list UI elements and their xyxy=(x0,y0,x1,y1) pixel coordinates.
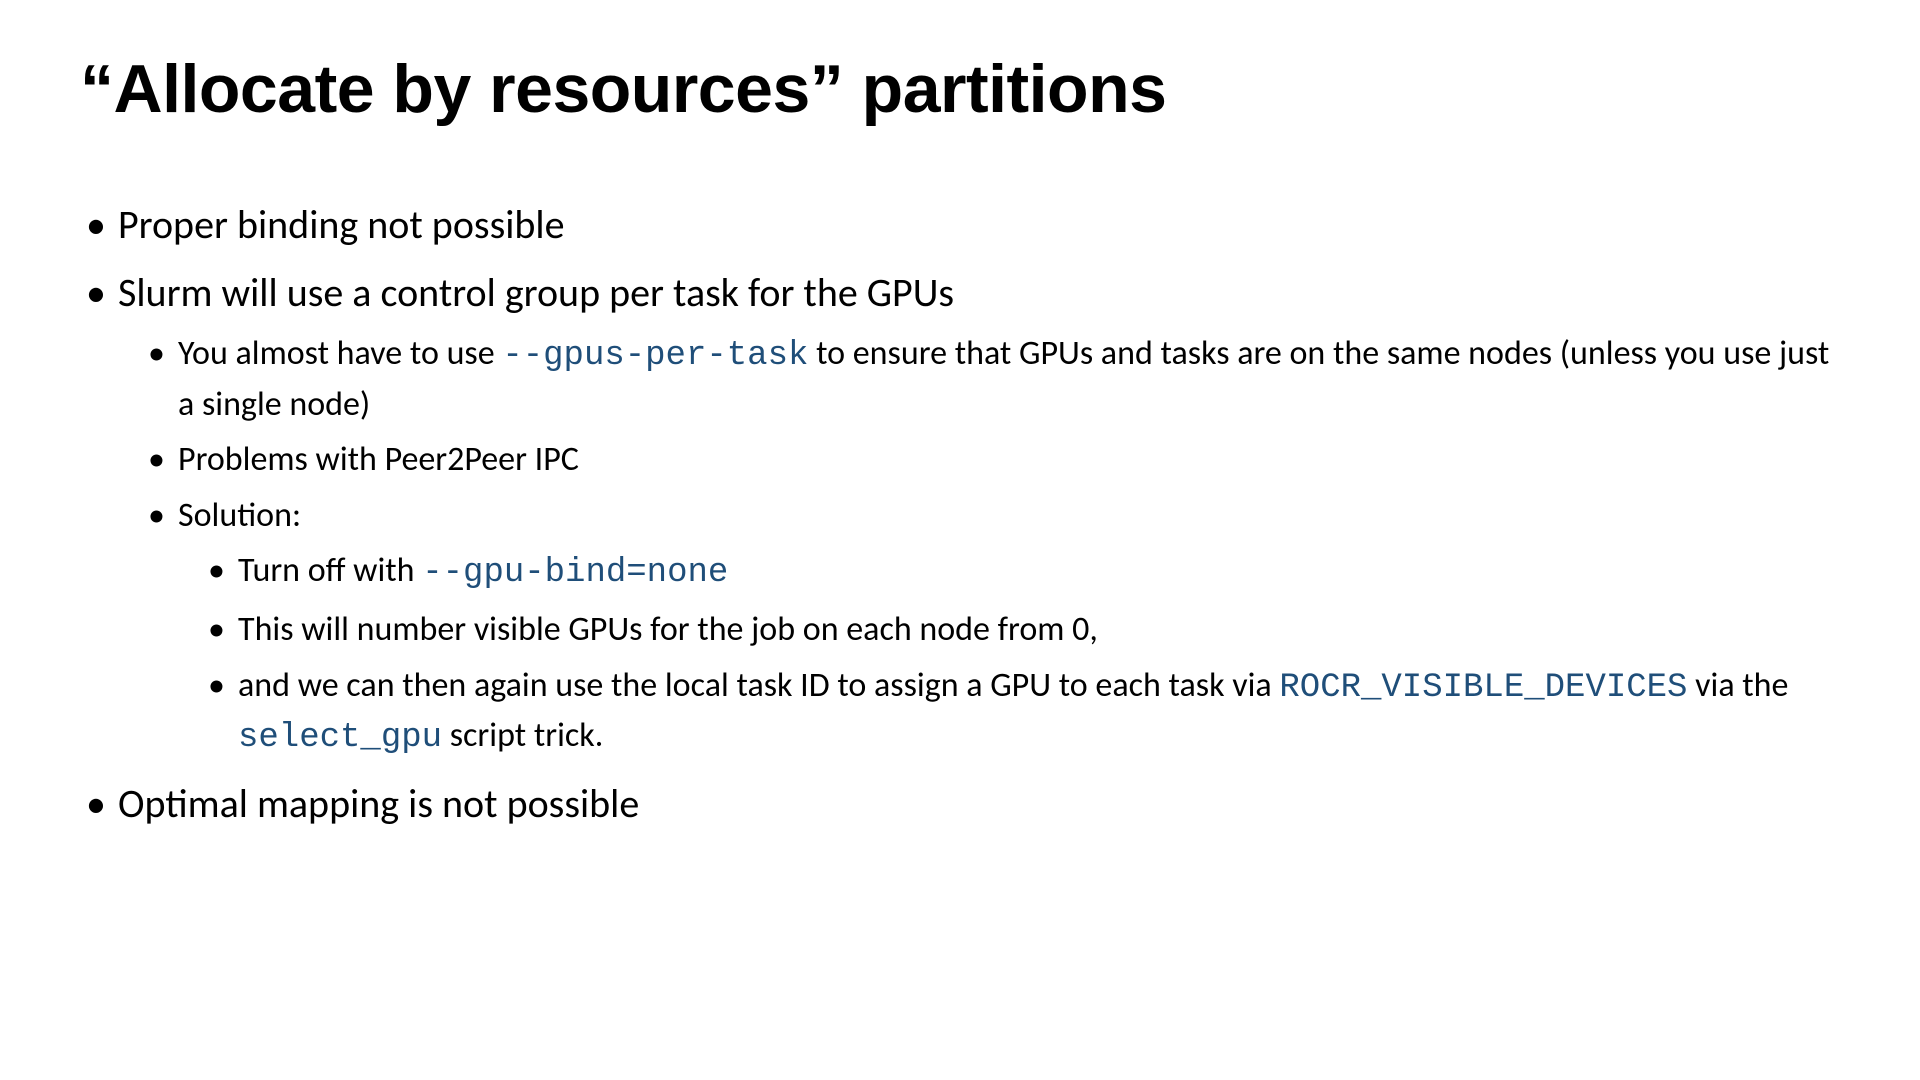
bullet-item: Optimal mapping is not possible xyxy=(80,777,1840,831)
bullet-text: and we can then again use the local task… xyxy=(238,665,1279,706)
bullet-item: Problems with Peer2Peer IPC xyxy=(144,436,1840,484)
bullet-list: Proper binding not possible Slurm will u… xyxy=(80,198,1840,831)
bullet-text: Optimal mapping is not possible xyxy=(118,779,639,828)
bullet-sublist: Turn off with --gpu-bind=none This will … xyxy=(178,547,1840,762)
bullet-text: via the xyxy=(1687,665,1788,706)
bullet-item: Turn off with --gpu-bind=none xyxy=(204,547,1840,598)
bullet-item: Proper binding not possible xyxy=(80,198,1840,252)
bullet-text: You almost have to use xyxy=(178,333,502,374)
bullet-item: and we can then again use the local task… xyxy=(204,662,1840,763)
bullet-item: You almost have to use --gpus-per-task t… xyxy=(144,330,1840,428)
bullet-item: Slurm will use a control group per task … xyxy=(80,266,1840,763)
slide: “Allocate by resources” partitions Prope… xyxy=(0,0,1920,1080)
bullet-text: Slurm will use a control group per task … xyxy=(118,268,954,317)
bullet-text: Solution: xyxy=(178,495,301,536)
code-text: ROCR_VISIBLE_DEVICES xyxy=(1279,669,1687,707)
bullet-item: This will number visible GPUs for the jo… xyxy=(204,606,1840,654)
bullet-sublist: You almost have to use --gpus-per-task t… xyxy=(118,330,1840,763)
bullet-item: Solution: Turn off with --gpu-bind=none … xyxy=(144,492,1840,763)
code-text: --gpus-per-task xyxy=(502,337,808,375)
slide-title: “Allocate by resources” partitions xyxy=(80,50,1840,128)
bullet-text: Proper binding not possible xyxy=(118,200,564,249)
bullet-text: script trick. xyxy=(442,715,603,756)
bullet-text: This will number visible GPUs for the jo… xyxy=(238,609,1098,650)
bullet-text: Problems with Peer2Peer IPC xyxy=(178,439,579,480)
code-text: select_gpu xyxy=(238,719,442,757)
bullet-text: Turn off with xyxy=(238,550,422,591)
code-text: --gpu-bind=none xyxy=(422,554,728,592)
